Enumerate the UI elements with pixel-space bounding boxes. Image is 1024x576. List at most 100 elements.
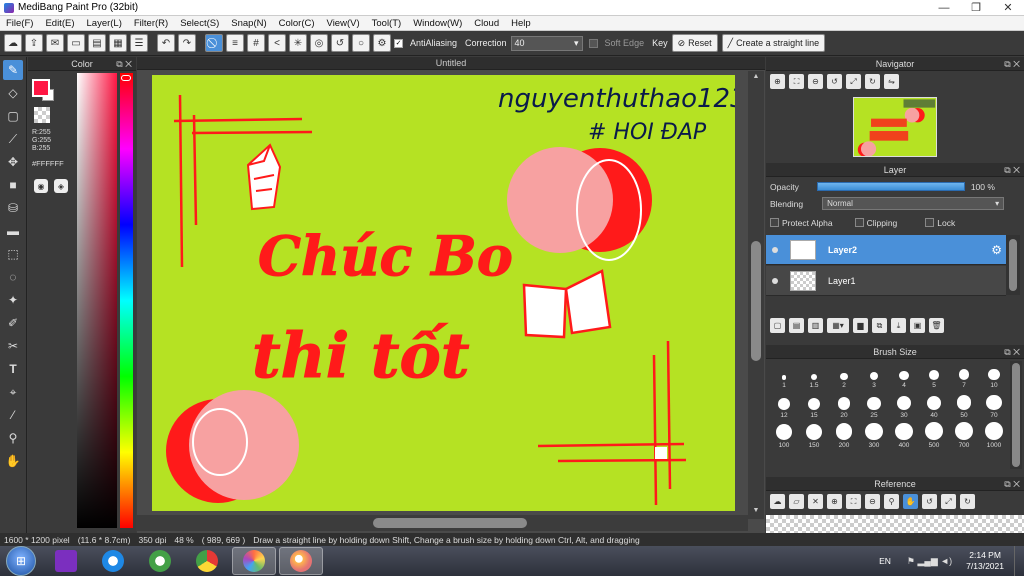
folder-icon[interactable]: ▆ [853, 318, 868, 333]
ref-eyedropper-icon[interactable]: ⚲ [884, 494, 899, 509]
cloud-download-icon[interactable]: ☁ [770, 494, 785, 509]
menu-snap[interactable]: Snap(N) [225, 18, 272, 29]
brush-size-option[interactable]: 4 [889, 360, 919, 390]
clipping-checkbox[interactable] [854, 218, 864, 227]
speech-icon[interactable]: ▭ [67, 34, 85, 52]
taskbar-coccoc[interactable] [138, 547, 182, 575]
zoom-in-icon[interactable]: ⊕ [770, 74, 785, 89]
reference-close-icon[interactable]: ⧉ ✕ [1004, 479, 1020, 490]
taskbar-internet-explorer[interactable] [91, 547, 135, 575]
clock[interactable]: 2:14 PM 7/13/2021 [966, 550, 1004, 572]
show-desktop-button[interactable] [1014, 546, 1024, 576]
navigator-preview[interactable] [853, 97, 937, 157]
brush-size-option[interactable]: 2 [829, 360, 859, 390]
palette-icon[interactable]: ◉ [34, 179, 48, 193]
layer-scroll-thumb[interactable] [1009, 239, 1017, 291]
select-pen-icon[interactable]: ✐ [3, 313, 23, 333]
cloud-icon[interactable]: ☁ [4, 34, 22, 52]
flag-icon[interactable]: ⚑ [907, 556, 915, 566]
merge-down-icon[interactable]: ⤓ [891, 318, 906, 333]
brush-size-option[interactable]: 1 [769, 360, 799, 390]
lock-checkbox[interactable] [925, 218, 935, 227]
drawing-canvas[interactable]: Chúc Bo thi tốt nguyenthuthao123 # HOI Đ… [152, 75, 735, 511]
foreground-color-swatch[interactable] [32, 79, 50, 97]
upload-icon[interactable]: ⇪ [25, 34, 43, 52]
brush-size-option[interactable]: 150 [799, 420, 829, 450]
reference-canvas[interactable] [766, 515, 1024, 533]
brush-size-option[interactable]: 15 [799, 390, 829, 420]
brush-size-option[interactable]: 30 [889, 390, 919, 420]
vertical-scrollbar[interactable]: ▲ ▼ [748, 71, 764, 519]
straight-line-button[interactable]: ╱ Create a straight line [721, 34, 826, 52]
flip-icon[interactable]: ⇋ [884, 74, 899, 89]
ref-rotate-right-icon[interactable]: ↻ [960, 494, 975, 509]
menu-cloud[interactable]: Cloud [468, 18, 505, 29]
new-layer-icon[interactable]: ▢ [770, 318, 785, 333]
rect-tool-icon[interactable]: ▢ [3, 106, 23, 126]
menu-window[interactable]: Window(W) [407, 18, 468, 29]
network-icon[interactable]: ▂▄▆ [918, 556, 938, 566]
navigator-close-icon[interactable]: ⧉ ✕ [1004, 59, 1020, 70]
menu-edit[interactable]: Edit(E) [39, 18, 80, 29]
new-layer-menu-icon[interactable]: ▦▾ [827, 318, 849, 333]
bucket-tool-icon[interactable]: ⛁ [3, 198, 23, 218]
brush-size-option[interactable]: 700 [949, 420, 979, 450]
snap-perspective-icon[interactable]: < [268, 34, 286, 52]
brush-size-option[interactable]: 400 [889, 420, 919, 450]
opacity-slider[interactable] [816, 182, 965, 191]
zoom-out-icon[interactable]: ⊖ [808, 74, 823, 89]
hand-tool-icon[interactable]: ✋ [3, 451, 23, 471]
select-eraser-icon[interactable]: ✂ [3, 336, 23, 356]
snap-off-icon[interactable]: ⃠ [205, 34, 223, 52]
brush-size-close-icon[interactable]: ⧉ ✕ [1004, 347, 1020, 358]
delete-layer-icon[interactable]: 🗑 [929, 318, 944, 333]
brush-size-option[interactable]: 20 [829, 390, 859, 420]
gradient-tool-icon[interactable]: ▬ [3, 221, 23, 241]
menu-help[interactable]: Help [505, 18, 537, 29]
divide-tool-icon[interactable]: ⁄ [3, 405, 23, 425]
vertical-scroll-thumb[interactable] [751, 241, 761, 361]
horizontal-scroll-thumb[interactable] [373, 518, 527, 528]
new-8bit-layer-icon[interactable]: ▥ [808, 318, 823, 333]
brush-size-option[interactable]: 70 [979, 390, 1009, 420]
snap-parallel-icon[interactable]: ≡ [226, 34, 244, 52]
fit-window-icon[interactable]: ⤢ [846, 74, 861, 89]
snap-settings-icon[interactable]: ⚙ [373, 34, 391, 52]
layer-settings-icon[interactable]: ▣ [910, 318, 925, 333]
ref-rotate-left-icon[interactable]: ↺ [922, 494, 937, 509]
maximize-button[interactable]: ❐ [960, 0, 992, 16]
transparent-swatch[interactable] [34, 107, 50, 123]
tray-icons[interactable]: ⚑ ▂▄▆ ◄) [907, 556, 952, 567]
taskbar-medibang[interactable] [232, 547, 276, 575]
lasso-tool-icon[interactable]: ◌ [3, 267, 23, 287]
protect-alpha-checkbox[interactable] [770, 218, 779, 227]
menu-file[interactable]: File(F) [0, 18, 39, 29]
saturation-value-picker[interactable] [77, 73, 117, 528]
brush-size-option[interactable]: 200 [829, 420, 859, 450]
layer-row-layer2[interactable]: Layer2 ⚙ [766, 235, 1006, 265]
taskbar-chrome[interactable] [185, 547, 229, 575]
text-tool-icon[interactable]: T [3, 359, 23, 379]
gear-icon[interactable]: ⚙ [991, 243, 1002, 257]
eraser-tool-icon[interactable]: ◇ [3, 83, 23, 103]
eyedropper-icon[interactable]: ⚲ [3, 428, 23, 448]
brush-scroll-thumb[interactable] [1012, 363, 1020, 467]
brush-size-option[interactable]: 1.5 [799, 360, 829, 390]
zoom-fit-icon[interactable]: ⛶ [789, 74, 804, 89]
menu-layer[interactable]: Layer(L) [81, 18, 128, 29]
document-tab[interactable]: Untitled [137, 57, 765, 70]
menu-tool[interactable]: Tool(T) [366, 18, 408, 29]
eye-icon[interactable] [772, 246, 778, 253]
snap-concentric-icon[interactable]: ◎ [310, 34, 328, 52]
brush-scrollbar[interactable] [1010, 361, 1022, 469]
correction-select[interactable]: 40 ▾ [510, 35, 583, 51]
taskbar-paint[interactable] [279, 547, 323, 575]
brush-size-option[interactable]: 5 [919, 360, 949, 390]
magic-wand-icon[interactable]: ✦ [3, 290, 23, 310]
layer-row-layer1[interactable]: Layer1 [766, 266, 1006, 296]
pages-icon[interactable]: ▦ [109, 34, 127, 52]
brush-size-option[interactable]: 50 [949, 390, 979, 420]
menu-view[interactable]: View(V) [321, 18, 366, 29]
brush-size-option[interactable]: 12 [769, 390, 799, 420]
dot-brush-icon[interactable]: ⟋ [3, 129, 23, 149]
